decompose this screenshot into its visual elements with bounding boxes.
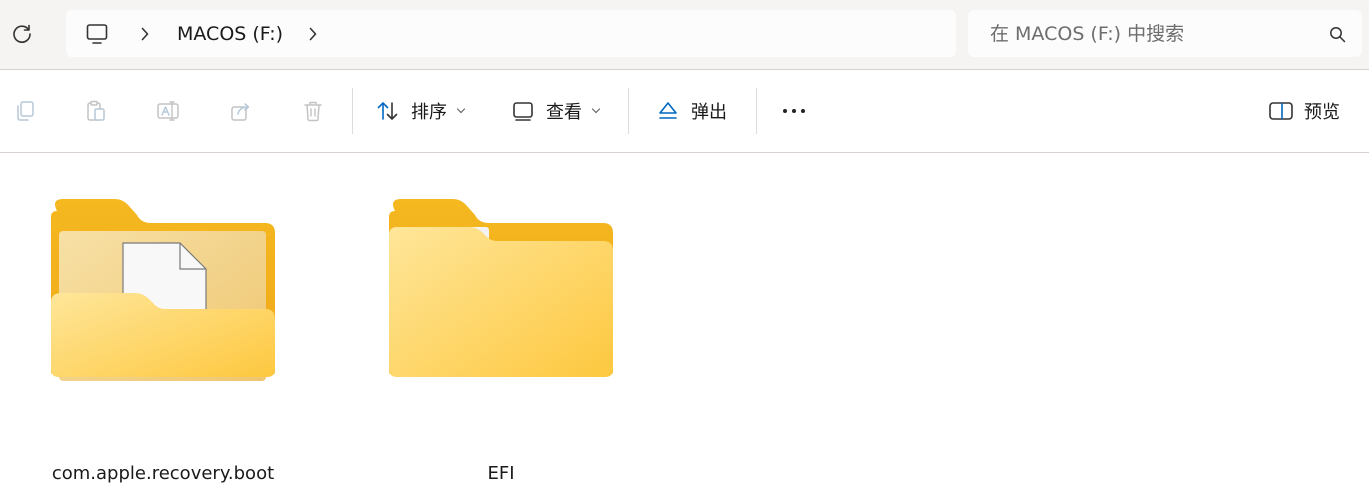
more-icon	[783, 109, 805, 113]
view-label: 查看	[546, 102, 582, 123]
search-icon	[1329, 26, 1345, 42]
this-pc-icon	[86, 24, 108, 44]
toolbar-separator	[756, 88, 757, 134]
chevron-right-icon	[309, 27, 317, 41]
folder-with-file-icon	[51, 199, 275, 381]
refresh-icon	[13, 24, 31, 43]
this-pc-button[interactable]	[84, 21, 110, 47]
copy-button[interactable]	[11, 97, 39, 125]
breadcrumb-item-drive[interactable]: MACOS (F:)	[177, 22, 283, 46]
preview-button[interactable]: 预览	[1268, 93, 1340, 129]
more-options-button[interactable]	[780, 97, 808, 125]
sort-label: 排序	[411, 102, 447, 123]
toolbar-separator	[628, 88, 629, 134]
search-input[interactable]: 在 MACOS (F:) 中搜索	[968, 10, 1362, 57]
copy-icon	[17, 101, 34, 121]
breadcrumb-chevron[interactable]	[304, 24, 322, 44]
eject-button[interactable]: 弹出	[655, 93, 727, 129]
eject-label: 弹出	[691, 102, 727, 123]
refresh-button[interactable]	[6, 18, 38, 50]
share-icon	[231, 103, 250, 121]
search-placeholder: 在 MACOS (F:) 中搜索	[990, 23, 1185, 45]
rename-icon	[157, 101, 179, 121]
preview-pane-icon	[1268, 98, 1294, 124]
rename-button[interactable]	[155, 97, 183, 125]
sort-button[interactable]: 排序	[375, 93, 467, 129]
breadcrumb[interactable]: MACOS (F:)	[66, 10, 956, 57]
eject-icon	[655, 98, 681, 124]
file-item-efi[interactable]: EFI	[351, 193, 651, 484]
file-list: com.apple.recovery.boot EFI	[0, 153, 1369, 492]
command-bar: 排序 查看 弹出 预览	[0, 70, 1369, 153]
folder-icon	[389, 199, 613, 377]
toolbar-separator	[352, 88, 353, 134]
paste-button[interactable]	[82, 97, 110, 125]
address-bar-row: MACOS (F:) 在 MACOS (F:) 中搜索	[0, 0, 1369, 70]
preview-label: 预览	[1304, 102, 1340, 123]
file-name[interactable]: com.apple.recovery.boot	[13, 462, 313, 486]
chevron-right-icon	[141, 27, 149, 41]
delete-icon	[304, 101, 322, 122]
sort-icon	[375, 98, 401, 124]
chevron-down-icon	[455, 105, 467, 117]
breadcrumb-chevron[interactable]	[136, 24, 154, 44]
view-icon	[510, 98, 536, 124]
paste-icon	[87, 100, 105, 121]
search-button[interactable]	[1328, 25, 1346, 43]
chevron-down-icon	[590, 105, 602, 117]
share-button[interactable]	[227, 97, 255, 125]
view-button[interactable]: 查看	[510, 93, 602, 129]
file-name[interactable]: EFI	[351, 462, 651, 486]
file-item-recovery-boot[interactable]: com.apple.recovery.boot	[13, 193, 313, 484]
delete-button[interactable]	[299, 97, 327, 125]
